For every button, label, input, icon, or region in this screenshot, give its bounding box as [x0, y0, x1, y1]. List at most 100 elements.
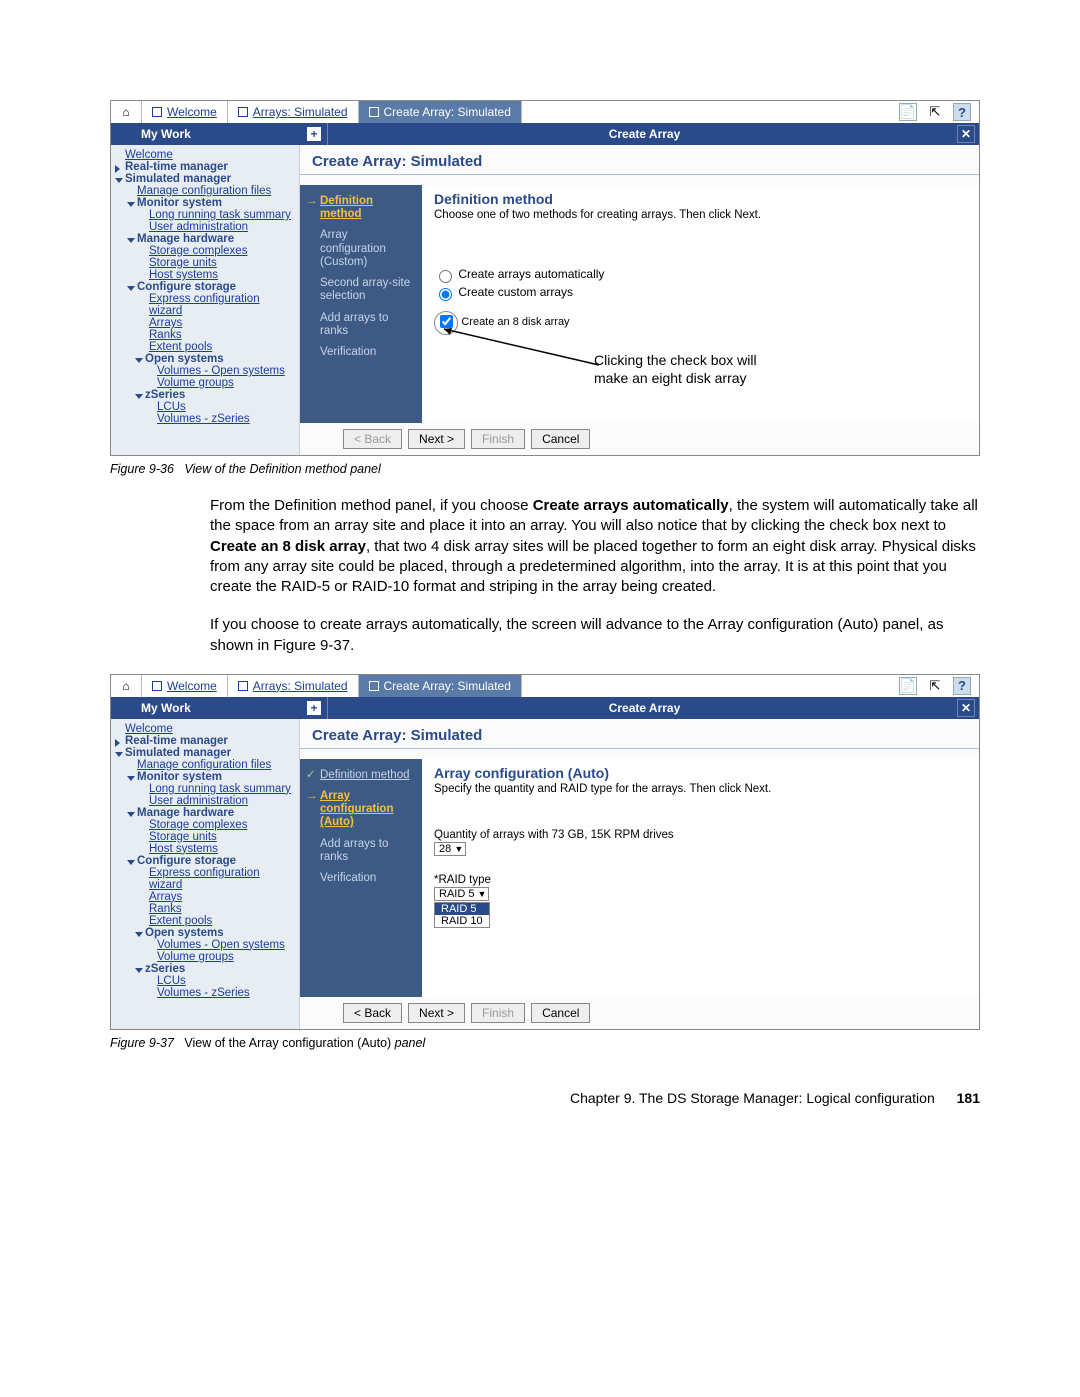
sidebar-link-hs[interactable]: Host systems [115, 269, 295, 281]
sidebar-link-lrts[interactable]: Long running task summary [115, 783, 295, 795]
sidebar-realtime-manager[interactable]: Real-time manager [115, 161, 295, 173]
back-button[interactable]: < Back [343, 1003, 402, 1023]
sidebar-link-sc[interactable]: Storage complexes [115, 245, 295, 257]
next-button[interactable]: Next > [408, 429, 465, 449]
tab-create-array[interactable]: Create Array: Simulated [359, 675, 522, 697]
sidebar-link-ranks[interactable]: Ranks [115, 329, 295, 341]
tab-arrays[interactable]: Arrays: Simulated [228, 675, 359, 697]
figure-2: ⌂ Welcome Arrays: Simulated Create Array… [110, 674, 980, 1030]
section-headers: My Work + Create Array ✕ [111, 123, 979, 145]
sidebar-open-systems[interactable]: Open systems [115, 927, 295, 939]
sidebar-link-hs[interactable]: Host systems [115, 843, 295, 855]
sidebar-link-mcf[interactable]: Manage configuration files [115, 185, 295, 197]
sidebar-link-vos[interactable]: Volumes - Open systems [115, 939, 295, 951]
cancel-button[interactable]: Cancel [531, 1003, 590, 1023]
sidebar-link-vz[interactable]: Volumes - zSeries [115, 413, 295, 425]
tab-create-array[interactable]: Create Array: Simulated [359, 101, 522, 123]
sidebar-manage-hardware[interactable]: Manage hardware [115, 233, 295, 245]
cancel-button[interactable]: Cancel [531, 429, 590, 449]
step-array-config[interactable]: Array configuration (Auto) [306, 788, 416, 836]
quantity-select[interactable]: 28 [434, 842, 466, 856]
step-definition-method[interactable]: Definition method [306, 193, 416, 227]
sidebar-link-arrays[interactable]: Arrays [115, 317, 295, 329]
sidebar-link-ua[interactable]: User administration [115, 795, 295, 807]
button-bar: < Back Next > Finish Cancel [300, 997, 979, 1029]
page-icon[interactable]: 📄 [899, 677, 917, 695]
radio-custom[interactable] [439, 288, 452, 301]
caption-label: Figure 9-36 [110, 462, 174, 476]
sidebar-link-vg[interactable]: Volume groups [115, 377, 295, 389]
p1-text-a: From the Definition method panel, if you… [210, 497, 533, 514]
expand-icon[interactable]: + [307, 701, 321, 715]
sidebar-configure-storage[interactable]: Configure storage [115, 855, 295, 867]
undock-icon[interactable]: ⇱ [927, 104, 943, 120]
sidebar-link-ecw[interactable]: Express configuration wizard [115, 293, 295, 317]
raid-dropdown[interactable]: RAID 5 RAID 10 [434, 902, 490, 928]
sidebar-realtime-manager[interactable]: Real-time manager [115, 735, 295, 747]
back-button[interactable]: < Back [343, 429, 402, 449]
section-headers: My Work + Create Array ✕ [111, 697, 979, 719]
button-bar: < Back Next > Finish Cancel [300, 423, 979, 455]
tab-welcome[interactable]: Welcome [142, 101, 228, 123]
sidebar-link-vg[interactable]: Volume groups [115, 951, 295, 963]
step-verification: Verification [306, 870, 416, 891]
sidebar-link-vos[interactable]: Volumes - Open systems [115, 365, 295, 377]
radio-auto-row[interactable]: Create arrays automatically [434, 267, 969, 283]
finish-button[interactable]: Finish [471, 1003, 525, 1023]
close-icon[interactable]: ✕ [957, 699, 975, 717]
expand-icon[interactable]: + [307, 127, 321, 141]
sidebar-link-su[interactable]: Storage units [115, 257, 295, 269]
sidebar-link-welcome[interactable]: Welcome [115, 723, 295, 735]
sidebar-link-lcus[interactable]: LCUs [115, 975, 295, 987]
sidebar-link-mcf[interactable]: Manage configuration files [115, 759, 295, 771]
caption-text: View of the Definition method panel [184, 462, 380, 476]
sidebar-manage-hardware[interactable]: Manage hardware [115, 807, 295, 819]
pane-title: Create Array: Simulated [300, 145, 979, 172]
paragraph-2: If you choose to create arrays automatic… [210, 615, 980, 656]
next-button[interactable]: Next > [408, 1003, 465, 1023]
radio-custom-row[interactable]: Create custom arrays [434, 285, 969, 301]
sidebar-open-systems[interactable]: Open systems [115, 353, 295, 365]
sidebar-link-ep[interactable]: Extent pools [115, 915, 295, 927]
sidebar-link-lrts[interactable]: Long running task summary [115, 209, 295, 221]
content-desc: Specify the quantity and RAID type for t… [434, 783, 969, 795]
sidebar-zseries[interactable]: zSeries [115, 389, 295, 401]
sidebar-link-vz[interactable]: Volumes - zSeries [115, 987, 295, 999]
sidebar-link-lcus[interactable]: LCUs [115, 401, 295, 413]
sidebar-monitor-system[interactable]: Monitor system [115, 771, 295, 783]
sidebar-simulated-manager[interactable]: Simulated manager [115, 747, 295, 759]
raid-label: *RAID type [434, 874, 969, 886]
sidebar-simulated-manager[interactable]: Simulated manager [115, 173, 295, 185]
sidebar-link-su[interactable]: Storage units [115, 831, 295, 843]
raid-select[interactable]: RAID 5 [434, 887, 489, 901]
sidebar-link-sc[interactable]: Storage complexes [115, 819, 295, 831]
sidebar-link-ep[interactable]: Extent pools [115, 341, 295, 353]
home-icon[interactable]: ⌂ [111, 675, 142, 697]
sidebar-monitor-system[interactable]: Monitor system [115, 197, 295, 209]
raid-option-10[interactable]: RAID 10 [435, 915, 489, 927]
sidebar-link-welcome[interactable]: Welcome [115, 149, 295, 161]
sidebar-zseries[interactable]: zSeries [115, 963, 295, 975]
step-add-to-ranks: Add arrays to ranks [306, 310, 416, 344]
home-icon[interactable]: ⌂ [111, 101, 142, 123]
sidebar-link-ua[interactable]: User administration [115, 221, 295, 233]
undock-icon[interactable]: ⇱ [927, 678, 943, 694]
sidebar-configure-storage[interactable]: Configure storage [115, 281, 295, 293]
raid-option-5[interactable]: RAID 5 [435, 903, 489, 915]
step-definition-method[interactable]: Definition method [306, 767, 416, 788]
sidebar: Welcome Real-time manager Simulated mana… [111, 145, 300, 455]
tab-arrays[interactable]: Arrays: Simulated [228, 101, 359, 123]
finish-button[interactable]: Finish [471, 429, 525, 449]
step-second-site: Second array-site selection [306, 275, 416, 309]
page-icon[interactable]: 📄 [899, 103, 917, 121]
help-icon[interactable]: ? [953, 103, 971, 121]
tab-welcome[interactable]: Welcome [142, 675, 228, 697]
close-icon[interactable]: ✕ [957, 125, 975, 143]
p1-bold-b: Create an 8 disk array [210, 538, 366, 555]
content-heading: Array configuration (Auto) [434, 765, 969, 781]
radio-auto[interactable] [439, 270, 452, 283]
sidebar-link-ecw[interactable]: Express configuration wizard [115, 867, 295, 891]
sidebar-link-ranks[interactable]: Ranks [115, 903, 295, 915]
help-icon[interactable]: ? [953, 677, 971, 695]
sidebar-link-arrays[interactable]: Arrays [115, 891, 295, 903]
